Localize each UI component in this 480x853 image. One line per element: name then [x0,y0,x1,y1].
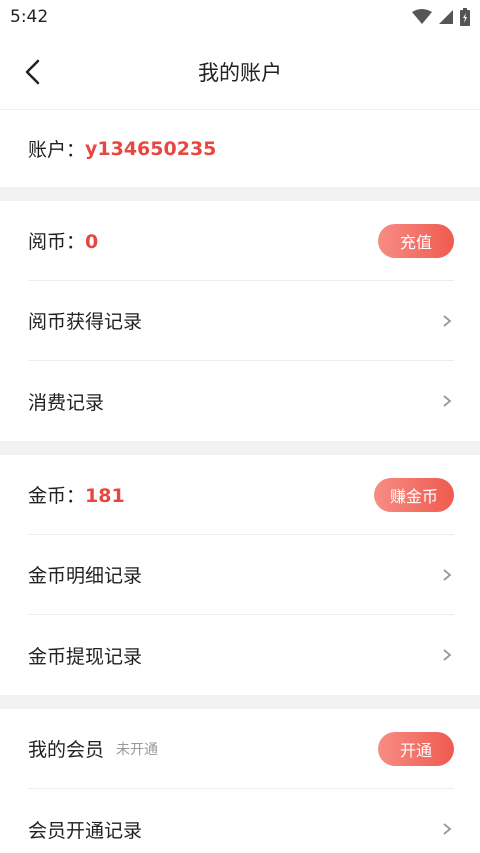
read-coins-row: 阅币： 0 充值 [28,201,454,281]
gold-detail-record-item[interactable]: 金币明细记录 [28,535,454,615]
membership-group: 我的会员 未开通 开通 会员开通记录 [0,709,480,853]
list-item-label: 阅币获得记录 [28,311,143,333]
wifi-icon [412,9,432,24]
status-bar: 5:42 [0,0,480,34]
list-item-label: 会员开通记录 [28,819,143,842]
read-coins-value: 0 [85,231,99,253]
page-title: 我的账户 [198,60,282,85]
list-item-label: 金币明细记录 [28,565,143,587]
membership-record-item[interactable]: 会员开通记录 [28,789,454,853]
read-coins-earn-record-item[interactable]: 阅币获得记录 [28,281,454,361]
membership-row: 我的会员 未开通 开通 [28,709,454,789]
gold-coins-group: 金币： 181 赚金币 金币明细记录 金币提现记录 [0,455,480,695]
chevron-right-icon [443,568,452,581]
earn-gold-button[interactable]: 赚金币 [373,477,454,512]
battery-icon [460,8,470,26]
gold-coins-value: 181 [85,485,125,507]
chevron-right-icon [443,649,452,661]
read-coins-label: 阅币： [28,231,86,253]
membership-label: 我的会员 [28,739,105,761]
title-bar: 我的账户 [0,34,480,110]
gold-coins-label: 金币： [28,485,86,507]
gold-withdraw-record-item[interactable]: 金币提现记录 [28,615,454,695]
account-label: 账户： [28,139,86,161]
list-item-label: 金币提现记录 [28,645,143,668]
recharge-button[interactable]: 充值 [377,223,454,258]
account-value: y134650235 [85,137,217,160]
status-time: 5:42 [10,7,49,27]
gold-coins-row: 金币： 181 赚金币 [28,455,454,535]
section-divider [0,441,480,455]
section-divider [0,695,480,709]
account-row: 账户： y134650235 [0,110,480,187]
activate-membership-button[interactable]: 开通 [377,731,454,766]
section-divider [0,187,480,201]
status-icons [412,8,470,26]
list-item-label: 消费记录 [28,391,105,414]
chevron-right-icon [443,314,452,327]
membership-status: 未开通 [116,741,159,758]
signal-icon [439,10,453,24]
consumption-record-item[interactable]: 消费记录 [28,361,454,441]
read-coins-group: 阅币： 0 充值 阅币获得记录 消费记录 [0,201,480,441]
back-arrow-icon[interactable] [20,58,48,86]
chevron-right-icon [443,823,452,835]
chevron-right-icon [443,395,452,407]
